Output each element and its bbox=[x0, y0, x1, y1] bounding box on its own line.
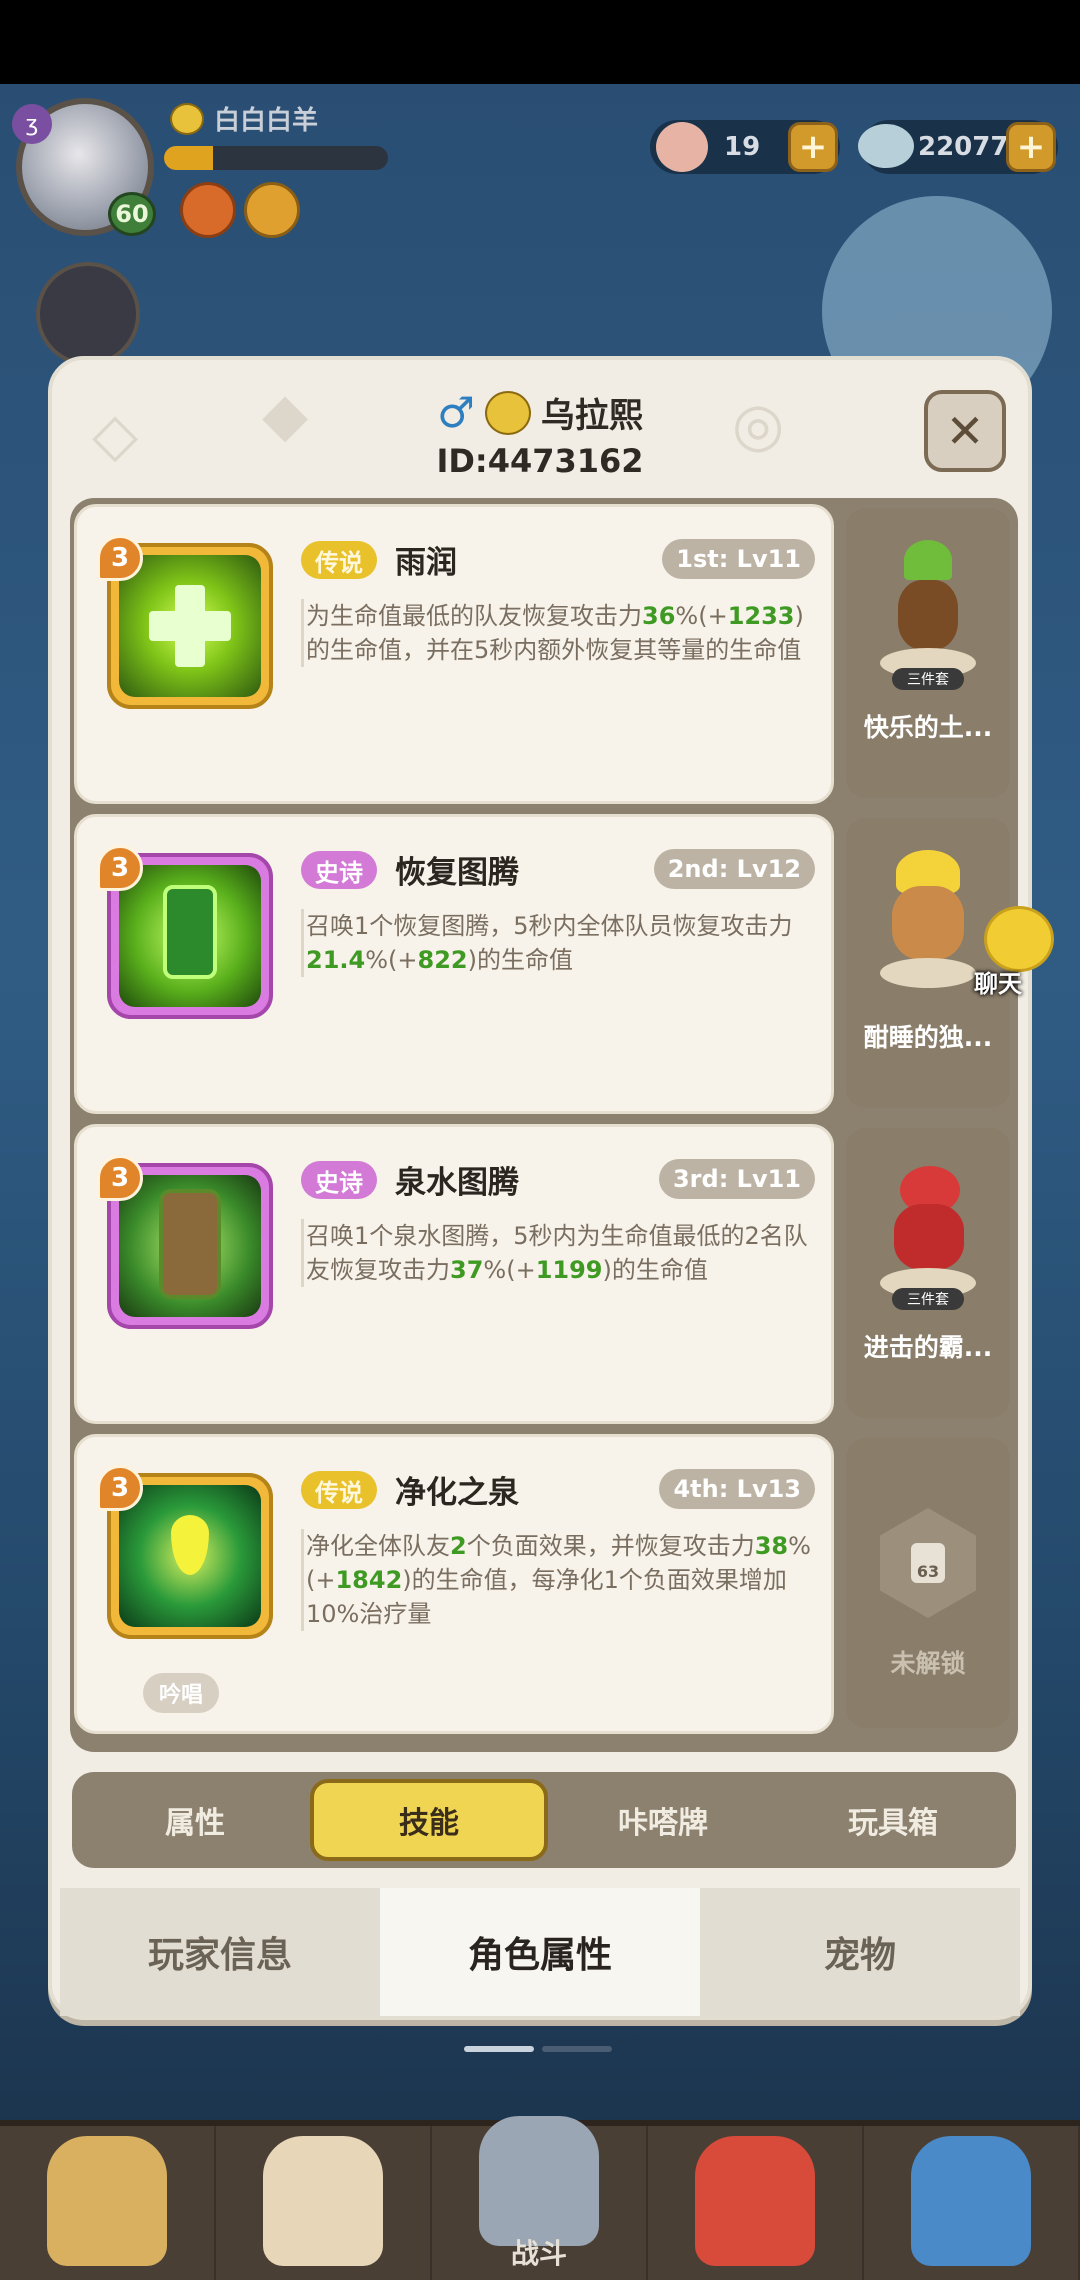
shell-icon bbox=[656, 122, 708, 172]
buff-icon[interactable] bbox=[180, 182, 236, 238]
pet-name: 酣睡的独... bbox=[863, 1023, 993, 1052]
skill-slot-level: 1st: Lv11 bbox=[662, 539, 815, 579]
nav-item-pets[interactable] bbox=[648, 2126, 864, 2280]
sub-tab-bar: 属性 技能 咔嗒牌 玩具箱 bbox=[72, 1772, 1016, 1868]
add-shell-button[interactable]: + bbox=[788, 122, 838, 172]
event-icon[interactable] bbox=[244, 182, 300, 238]
skill-name: 雨润 bbox=[395, 545, 457, 581]
party-member-avatar[interactable] bbox=[36, 262, 140, 366]
player-name: 白白白羊 bbox=[170, 100, 318, 137]
chat-emoji-icon bbox=[984, 906, 1054, 972]
caveman-icon bbox=[47, 2136, 167, 2266]
male-icon: ♂ bbox=[437, 388, 475, 437]
add-gem-button[interactable]: + bbox=[1006, 122, 1056, 172]
pet-set-tag: 三件套 bbox=[892, 668, 964, 690]
skill-slot-level: 2nd: Lv12 bbox=[653, 849, 815, 889]
character-emoji-icon bbox=[484, 390, 531, 435]
xp-bar-fill bbox=[164, 146, 214, 170]
shop-icon bbox=[911, 2136, 1031, 2266]
nav-item-battle[interactable]: 战斗 bbox=[432, 2116, 648, 2280]
totem-icon bbox=[119, 865, 261, 1007]
tab-character-attributes[interactable]: 角色属性 bbox=[380, 1888, 700, 2016]
gem-icon bbox=[858, 124, 914, 168]
pet-slot-1[interactable]: 三件套 快乐的土... bbox=[846, 508, 1010, 798]
pet-slot-4-locked[interactable]: 63 未解锁 bbox=[846, 1438, 1010, 1728]
player-emoji-icon bbox=[170, 102, 204, 135]
hero-icon bbox=[263, 2136, 383, 2266]
heal-cross-icon bbox=[119, 555, 261, 697]
dino-icon bbox=[695, 2136, 815, 2266]
subtab-attributes[interactable]: 属性 bbox=[80, 1779, 310, 1861]
water-drop-icon bbox=[119, 1485, 261, 1627]
status-bar bbox=[0, 0, 1080, 84]
chat-label: 聊天 bbox=[974, 970, 1022, 998]
character-name: 乌拉熙 bbox=[540, 396, 643, 436]
player-level-badge: 60 bbox=[108, 192, 156, 236]
skill-card-4[interactable]: 3 传说 净化之泉 4th: Lv13 净化全体队友2个负面效果，并恢复攻击力3… bbox=[74, 1434, 834, 1734]
rarity-badge: 史诗 bbox=[301, 851, 377, 889]
skill-description: 召唤1个泉水图腾，5秒内为生命值最低的2名队友恢复攻击力37%(+1199)的生… bbox=[301, 1219, 819, 1287]
skill-level-badge: 3 bbox=[97, 1155, 143, 1201]
skill-name: 泉水图腾 bbox=[395, 1165, 519, 1201]
nav-item-heroes[interactable] bbox=[216, 2126, 432, 2280]
shell-counter: 19 + bbox=[650, 120, 840, 174]
skill-description: 召唤1个恢复图腾，5秒内全体队员恢复攻击力21.4%(+822)的生命值 bbox=[301, 909, 819, 977]
main-tab-bar: 玩家信息 角色属性 宠物 bbox=[60, 1888, 1020, 2016]
player-name-text: 白白白羊 bbox=[214, 106, 319, 136]
rarity-badge: 史诗 bbox=[301, 1161, 377, 1199]
skill-level-badge: 3 bbox=[97, 1465, 143, 1511]
bottom-nav: 战斗 bbox=[0, 2116, 1080, 2280]
gem-counter: 220775 + bbox=[858, 120, 1058, 174]
rarity-badge: 传说 bbox=[301, 541, 377, 579]
chant-tag: 吟唱 bbox=[143, 1673, 220, 1713]
skill-slot-level: 3rd: Lv11 bbox=[658, 1159, 815, 1199]
page-indicator bbox=[464, 2046, 612, 2052]
subtab-cards[interactable]: 咔嗒牌 bbox=[548, 1779, 778, 1861]
tab-pets[interactable]: 宠物 bbox=[700, 1888, 1020, 2016]
skill-level-badge: 3 bbox=[97, 535, 143, 581]
locked-label: 未解锁 bbox=[890, 1649, 966, 1678]
skill-level-badge: 3 bbox=[97, 845, 143, 891]
nav-item-shop[interactable] bbox=[864, 2126, 1080, 2280]
skill-card-1[interactable]: 3 传说 雨润 1st: Lv11 为生命值最低的队友恢复攻击力36%(+123… bbox=[74, 504, 834, 804]
lock-icon: 63 bbox=[911, 1543, 945, 1583]
lock-hex: 63 bbox=[880, 1508, 976, 1618]
spring-totem-icon bbox=[119, 1175, 261, 1317]
nav-item-tribe[interactable] bbox=[0, 2126, 216, 2280]
sword-shield-icon bbox=[479, 2116, 599, 2246]
skill-name: 净化之泉 bbox=[395, 1475, 519, 1511]
character-title: ♂ 乌拉熙 bbox=[52, 388, 1028, 437]
skill-card-3[interactable]: 3 史诗 泉水图腾 3rd: Lv11 召唤1个泉水图腾，5秒内为生命值最低的2… bbox=[74, 1124, 834, 1424]
pet-name: 快乐的土... bbox=[863, 713, 993, 742]
xp-bar bbox=[164, 146, 388, 170]
skill-card-2[interactable]: 3 史诗 恢复图腾 2nd: Lv12 召唤1个恢复图腾，5秒内全体队员恢复攻击… bbox=[74, 814, 834, 1114]
character-id: ID:4473162 bbox=[436, 442, 644, 480]
pet-name: 进击的霸... bbox=[863, 1333, 993, 1362]
rarity-badge: 传说 bbox=[301, 1471, 377, 1509]
skill-list: 3 传说 雨润 1st: Lv11 为生命值最低的队友恢复攻击力36%(+123… bbox=[70, 498, 1018, 1752]
rank-badge-icon: ʒ bbox=[12, 104, 52, 144]
skill-slot-level: 4th: Lv13 bbox=[659, 1469, 815, 1509]
character-info-dialog: ◇ ◆ ◎ ♂ 乌拉熙 ID:4473162 ✕ 3 传说 雨润 1st: Lv… bbox=[48, 356, 1032, 2020]
skill-description: 为生命值最低的队友恢复攻击力36%(+1233)的生命值，并在5秒内额外恢复其等… bbox=[301, 599, 819, 667]
close-button[interactable]: ✕ bbox=[924, 390, 1006, 472]
chat-button[interactable]: 聊天 bbox=[958, 900, 1068, 1010]
subtab-skills[interactable]: 技能 bbox=[310, 1779, 548, 1861]
skill-name: 恢复图腾 bbox=[395, 855, 519, 891]
pet-set-tag: 三件套 bbox=[892, 1288, 964, 1310]
nav-battle-label: 战斗 bbox=[510, 2237, 567, 2270]
tab-player-info[interactable]: 玩家信息 bbox=[60, 1888, 380, 2016]
shell-count: 19 bbox=[724, 132, 761, 162]
pet-slot-3[interactable]: 三件套 进击的霸... bbox=[846, 1128, 1010, 1418]
skill-description: 净化全体队友2个负面效果，并恢复攻击力38%(+1842)的生命值，每净化1个负… bbox=[301, 1529, 819, 1631]
subtab-toybox[interactable]: 玩具箱 bbox=[778, 1779, 1008, 1861]
